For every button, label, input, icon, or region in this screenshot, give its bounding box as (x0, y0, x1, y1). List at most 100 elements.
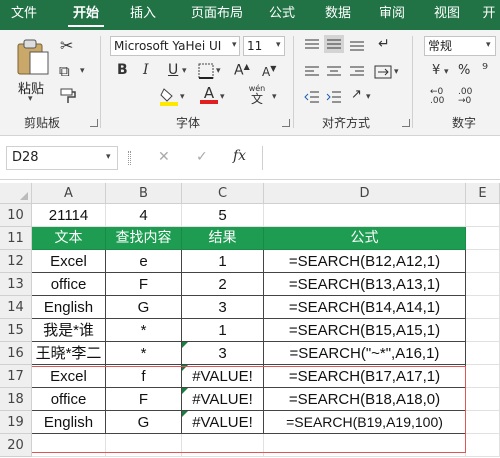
cell-b17[interactable]: f (106, 365, 182, 388)
merge-dropdown-icon[interactable]: ▾ (394, 67, 399, 77)
cell-e17[interactable] (466, 365, 500, 388)
formula-bar-grip[interactable] (128, 151, 131, 165)
row-header-13[interactable]: 13 (0, 273, 32, 296)
column-header-b[interactable]: B (106, 183, 182, 204)
increase-indent-icon[interactable] (326, 90, 342, 104)
orientation-dropdown-icon[interactable]: ▾ (366, 92, 371, 102)
cell-e11[interactable] (466, 227, 500, 250)
cell-c19[interactable]: #VALUE! (182, 411, 264, 434)
cell-a16[interactable]: 王晓*李二 (32, 342, 106, 365)
borders-icon[interactable] (198, 63, 214, 79)
comma-style-icon[interactable]: ⁹ (482, 60, 488, 78)
decrease-font-icon[interactable]: A▼ (262, 64, 276, 79)
tab-home[interactable]: 开始 (66, 0, 106, 30)
insert-function-button[interactable]: fx (233, 148, 246, 164)
wrap-text-icon[interactable]: ↵ (378, 36, 390, 52)
paste-dropdown-icon[interactable]: ▾ (28, 94, 33, 104)
cell-c16[interactable]: 3 (182, 342, 264, 365)
underline-button[interactable]: U (168, 62, 178, 78)
tab-insert[interactable]: 插入 (123, 0, 163, 30)
increase-font-icon[interactable]: A▲ (234, 62, 250, 79)
cell-e16[interactable] (466, 342, 500, 365)
underline-dropdown-icon[interactable]: ▾ (182, 66, 187, 76)
cell-d12[interactable]: =SEARCH(B12,A12,1) (264, 250, 466, 273)
cancel-button[interactable]: ✕ (158, 149, 170, 165)
bold-button[interactable]: B (117, 62, 128, 78)
column-header-c[interactable]: C (182, 183, 264, 204)
row-header-15[interactable]: 15 (0, 319, 32, 342)
increase-decimal-icon[interactable]: ←0.00 (430, 88, 444, 106)
cell-b12[interactable]: e (106, 250, 182, 273)
fill-color-icon[interactable] (160, 86, 178, 106)
cell-a20[interactable] (32, 434, 106, 457)
cell-c10[interactable]: 5 (182, 204, 264, 227)
tab-review[interactable]: 审阅 (372, 0, 412, 30)
cell-b13[interactable]: F (106, 273, 182, 296)
cell-a15[interactable]: 我是*谁 (32, 319, 106, 342)
orientation-icon[interactable]: ↗ (351, 87, 362, 102)
cell-d11[interactable]: 公式 (264, 227, 466, 250)
cell-b20[interactable] (106, 434, 182, 457)
currency-dropdown-icon[interactable]: ▾ (444, 67, 449, 77)
cell-a17[interactable]: Excel (32, 365, 106, 388)
cell-d18[interactable]: =SEARCH(B18,A18,0) (264, 388, 466, 411)
copy-dropdown-icon[interactable]: ▾ (80, 66, 85, 76)
top-align-icon[interactable] (304, 38, 320, 52)
cell-e14[interactable] (466, 296, 500, 319)
font-name-dropdown-icon[interactable]: ▾ (232, 40, 237, 50)
alignment-launcher-icon[interactable] (402, 119, 410, 127)
cell-b19[interactable]: G (106, 411, 182, 434)
bottom-align-icon[interactable] (349, 38, 365, 52)
column-header-d[interactable]: D (264, 183, 466, 204)
row-header-16[interactable]: 16 (0, 342, 32, 365)
cell-c17[interactable]: #VALUE! (182, 365, 264, 388)
name-box[interactable]: D28 (6, 146, 118, 170)
fill-color-dropdown-icon[interactable]: ▾ (180, 92, 185, 102)
cell-e10[interactable] (466, 204, 500, 227)
cell-a12[interactable]: Excel (32, 250, 106, 273)
column-header-a[interactable]: A (32, 183, 106, 204)
row-header-11[interactable]: 11 (0, 227, 32, 250)
tab-developer[interactable]: 开 (478, 0, 500, 30)
tab-formulas[interactable]: 公式 (262, 0, 302, 30)
cell-e13[interactable] (466, 273, 500, 296)
percent-icon[interactable]: % (458, 63, 470, 78)
cell-b18[interactable]: F (106, 388, 182, 411)
cell-b10[interactable]: 4 (106, 204, 182, 227)
clipboard-launcher-icon[interactable] (90, 119, 98, 127)
cell-c15[interactable]: 1 (182, 319, 264, 342)
currency-icon[interactable]: ¥ (432, 63, 440, 78)
cell-e12[interactable] (466, 250, 500, 273)
enter-button[interactable]: ✓ (196, 149, 208, 165)
font-color-dropdown-icon[interactable]: ▾ (220, 92, 225, 102)
row-header-20[interactable]: 20 (0, 434, 32, 457)
cell-c11[interactable]: 结果 (182, 227, 264, 250)
font-launcher-icon[interactable] (282, 119, 290, 127)
cell-d17[interactable]: =SEARCH(B17,A17,1) (264, 365, 466, 388)
tab-data[interactable]: 数据 (318, 0, 358, 30)
cell-d16[interactable]: =SEARCH("~*",A16,1) (264, 342, 466, 365)
font-color-button[interactable]: A (200, 84, 218, 104)
align-right-icon[interactable] (349, 65, 365, 79)
cell-d14[interactable]: =SEARCH(B14,A14,1) (264, 296, 466, 319)
italic-button[interactable]: I (143, 62, 149, 78)
cell-c20[interactable] (182, 434, 264, 457)
cell-b11[interactable]: 查找内容 (106, 227, 182, 250)
cell-b14[interactable]: G (106, 296, 182, 319)
copy-icon[interactable]: ⧉ (59, 62, 70, 80)
phonetic-guide-button[interactable]: wén 文 (244, 84, 270, 106)
tab-view[interactable]: 视图 (427, 0, 467, 30)
merge-center-icon[interactable] (374, 65, 392, 79)
decrease-indent-icon[interactable] (304, 90, 320, 104)
format-painter-icon[interactable] (60, 87, 78, 105)
cut-icon[interactable]: ✂ (60, 36, 73, 55)
cell-a11[interactable]: 文本 (32, 227, 106, 250)
cell-d10[interactable] (264, 204, 466, 227)
cell-a19[interactable]: English (32, 411, 106, 434)
font-name-select[interactable]: Microsoft YaHei UI (110, 36, 240, 56)
formula-input[interactable] (262, 146, 500, 170)
decrease-decimal-icon[interactable]: .00 →0 (458, 88, 472, 106)
cell-d19[interactable]: =SEARCH(B19,A19,100) (264, 411, 466, 434)
row-header-17[interactable]: 17 (0, 365, 32, 388)
font-size-dropdown-icon[interactable]: ▾ (276, 40, 281, 50)
